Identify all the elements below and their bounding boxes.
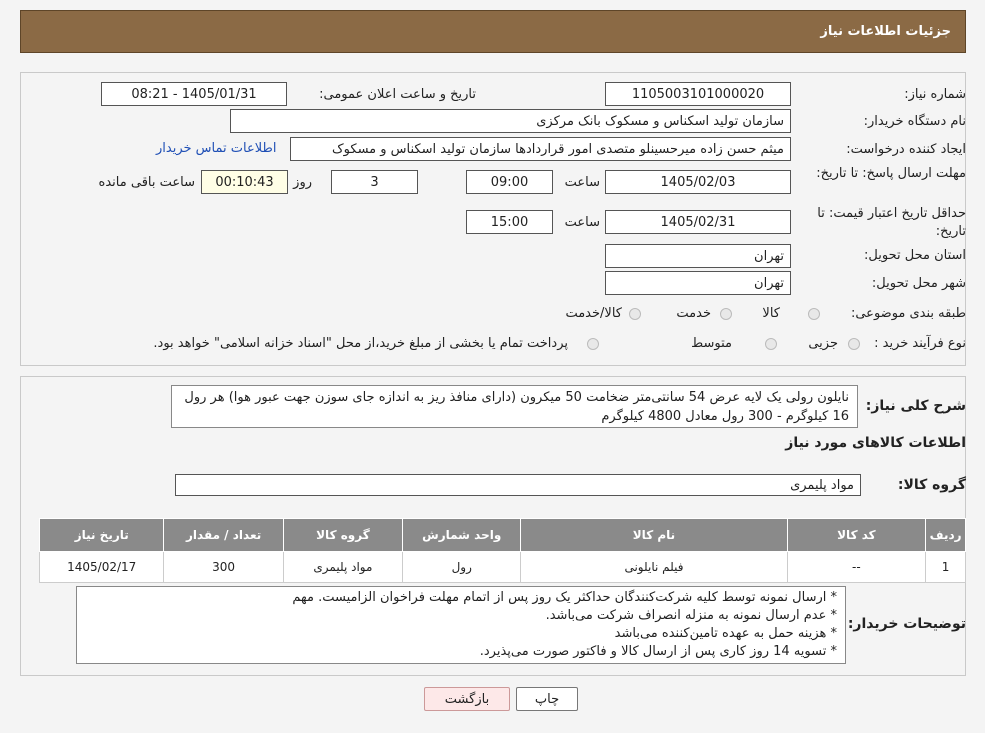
goods-group-field: مواد پلیمری [175,474,861,496]
cell-date: 1405/02/17 [38,551,165,583]
deadline-time-field: 09:00 [466,170,553,194]
requester-label: ایجاد کننده درخواست: [846,142,966,157]
need-number-field: 1105003101000020 [605,82,791,106]
category-service-label: خدمت [676,306,711,321]
province-field: تهران [605,244,791,268]
items-table: ردیف کد کالا نام کالا واحد شمارش گروه کا… [38,518,966,583]
note-line: * ارسال نمونه توسط کلیه شرکت‌کنندگان حدا… [292,590,837,605]
process-medium-radio[interactable] [765,338,777,350]
province-label: استان محل تحویل: [864,248,966,263]
note-line: * عدم ارسال نمونه به منزله انصراف شرکت م… [545,608,837,623]
goods-group-label: گروه کالا: [897,477,966,493]
col-unit-header: واحد شمارش [402,518,522,552]
note-line: * تسویه 14 روز کاری پس از ارسال کالا و ف… [479,644,837,659]
validity-time-field: 15:00 [466,210,553,234]
process-label: نوع فرآیند خرید : [874,336,966,351]
description-field: نایلون رولی یک لایه عرض 54 سانتی‌متر ضخا… [171,385,858,428]
process-minor-radio[interactable] [848,338,860,350]
cell-group: مواد پلیمری [282,551,404,583]
col-row-header: ردیف [925,518,966,552]
validity-label: حداقل تاریخ اعتبار قیمت: تا تاریخ: [817,206,966,239]
category-goods-radio[interactable] [808,308,820,320]
need-number-label: شماره نیاز: [904,87,966,102]
col-date-header: تاریخ نیاز [38,518,165,552]
remaining-time-field: 00:10:43 [201,170,288,194]
category-goods-label: کالا [762,306,780,321]
back-button[interactable]: بازگشت [424,687,510,711]
cell-qty: 300 [163,551,284,583]
buyer-notes-field: * ارسال نمونه توسط کلیه شرکت‌کنندگان حدا… [76,586,846,664]
remaining-label: ساعت باقی مانده [98,175,195,190]
description-label: شرح کلی نیاز: [865,398,966,414]
buyer-org-field: سازمان تولید اسکناس و مسکوک بانک مرکزی [230,109,791,133]
category-both-label: کالا/خدمت [565,306,622,321]
items-section-title: اطلاعات کالاهای مورد نیاز [785,435,966,451]
table-row: 1 -- فیلم نایلونی رول مواد پلیمری 300 14… [38,551,966,583]
col-group-header: گروه کالا [282,518,404,552]
requester-field: میثم حسن زاده میرحسینلو متصدی امور قرارد… [290,137,791,161]
col-code-header: کد کالا [786,518,927,552]
page-title: جزئیات اطلاعات نیاز [820,24,951,39]
buyer-contact-link[interactable]: اطلاعات تماس خریدار [156,141,276,156]
cell-code: -- [786,551,927,583]
page-header: جزئیات اطلاعات نیاز [20,10,966,53]
process-minor-label: جزیی [808,336,838,351]
category-service-radio[interactable] [720,308,732,320]
buyer-org-label: نام دستگاه خریدار: [863,114,966,129]
city-label: شهر محل تحویل: [871,276,966,291]
validity-date-field: 1405/02/31 [605,210,791,234]
cell-name: فیلم نایلونی [520,551,788,583]
process-note: پرداخت تمام یا بخشی از مبلغ خرید،از محل … [153,336,568,351]
deadline-date-field: 1405/02/03 [605,170,791,194]
announce-datetime-field: 1405/01/31 - 08:21 [101,82,287,106]
col-name-header: نام کالا [520,518,788,552]
deadline-time-label: ساعت [564,175,600,190]
col-qty-header: تعداد / مقدار [163,518,284,552]
announce-label: تاریخ و ساعت اعلان عمومی: [319,87,476,102]
print-button[interactable]: چاپ [516,687,578,711]
table-header-row: ردیف کد کالا نام کالا واحد شمارش گروه کا… [38,518,966,552]
buyer-notes-label: توضیحات خریدار: [847,616,966,632]
city-field: تهران [605,271,791,295]
cell-unit: رول [402,551,522,583]
treasury-payment-checkbox[interactable] [587,338,599,350]
validity-time-label: ساعت [564,215,600,230]
category-label: طبقه بندی موضوعی: [850,306,966,321]
cell-row: 1 [925,551,966,583]
deadline-label: مهلت ارسال پاسخ: تا تاریخ: [816,166,966,181]
process-medium-label: متوسط [691,336,732,351]
note-line: * هزینه حمل به عهده تامین‌کننده می‌باشد [614,626,837,641]
category-both-radio[interactable] [629,308,641,320]
days-field: 3 [331,170,418,194]
